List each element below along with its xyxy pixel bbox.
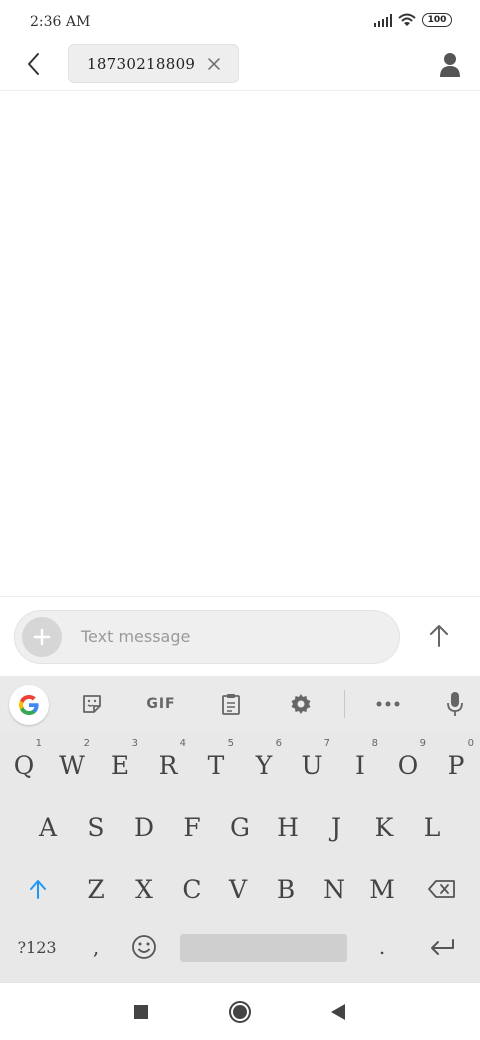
key-label: U [301, 750, 323, 780]
shift-arrow-icon [30, 880, 46, 899]
circle-icon [229, 1001, 251, 1023]
close-icon[interactable] [206, 56, 222, 72]
key-u[interactable]: U7 [288, 734, 336, 796]
recipient-number: 18730218809 [87, 54, 196, 73]
backspace-icon [428, 880, 455, 898]
key-q[interactable]: Q1 [0, 734, 48, 796]
comma-key[interactable]: , [72, 916, 120, 978]
spacebar[interactable] [180, 934, 347, 962]
emoji-key[interactable] [120, 916, 168, 978]
battery-icon: 100 [422, 13, 452, 27]
key-hint: 2 [83, 738, 90, 749]
key-hint: 5 [227, 738, 234, 749]
key-l[interactable]: L [408, 796, 456, 858]
key-c[interactable]: C [168, 858, 216, 920]
clipboard-icon[interactable] [218, 690, 244, 718]
square-icon [134, 1005, 148, 1019]
battery-level: 100 [427, 15, 447, 25]
more-icon[interactable] [374, 690, 402, 718]
key-label: Y [255, 750, 273, 780]
key-g[interactable]: G [216, 796, 264, 858]
key-row-1: Q1 W2 E3 R4 T5 Y6 U7 I8 O9 P0 [0, 734, 480, 796]
shift-key[interactable] [14, 858, 62, 920]
person-icon[interactable] [438, 50, 462, 78]
chevron-left-icon[interactable] [22, 50, 46, 78]
key-d[interactable]: D [120, 796, 168, 858]
key-hint: 0 [467, 738, 474, 749]
key-a[interactable]: A [24, 796, 72, 858]
google-icon[interactable] [9, 685, 49, 725]
key-label: P [447, 750, 465, 780]
key-hint: 9 [419, 738, 426, 749]
key-t[interactable]: T5 [192, 734, 240, 796]
enter-icon [431, 939, 454, 955]
recents-button[interactable] [128, 999, 154, 1025]
key-label: W [59, 750, 85, 780]
toolbar-divider [344, 690, 345, 718]
key-hint: 8 [371, 738, 378, 749]
microphone-icon[interactable] [444, 690, 466, 718]
status-icons: 100 [374, 13, 452, 27]
back-button[interactable] [325, 999, 351, 1025]
key-hint: 3 [131, 738, 138, 749]
signal-icon [374, 13, 392, 27]
emoji-icon [132, 935, 156, 959]
message-placeholder: Text message [81, 627, 191, 646]
period-key[interactable]: . [358, 916, 406, 978]
keyboard: G I F Q 1 W 2 E 3 R 4 T 5 Y 6 U 7 I 8 O 9 … [0, 676, 480, 982]
key-label: R [158, 750, 178, 780]
key-f[interactable]: F [168, 796, 216, 858]
key-j[interactable]: J [312, 796, 360, 858]
key-label: I [355, 750, 365, 780]
key-m[interactable]: M [358, 858, 406, 920]
key-i[interactable]: I8 [336, 734, 384, 796]
wifi-icon [398, 13, 416, 26]
key-r[interactable]: R4 [144, 734, 192, 796]
key-hint: 7 [323, 738, 330, 749]
status-time: 2:36 AM [30, 14, 91, 30]
key-w[interactable]: W2 [48, 734, 96, 796]
key-b[interactable]: B [262, 858, 310, 920]
compose-bar: Text message [0, 596, 480, 676]
home-button[interactable] [227, 999, 253, 1025]
gif-button[interactable]: GIF [142, 690, 180, 718]
backspace-key[interactable] [416, 858, 468, 920]
key-hint: 6 [275, 738, 282, 749]
conversation-header: 18730218809 [0, 44, 480, 91]
triangle-back-icon [331, 1004, 345, 1020]
key-n[interactable]: N [310, 858, 358, 920]
arrow-up-icon[interactable] [424, 621, 454, 651]
key-label: T [207, 750, 225, 780]
key-s[interactable]: S [72, 796, 120, 858]
key-h[interactable]: H [264, 796, 312, 858]
message-field[interactable]: Text message [14, 610, 400, 664]
key-label: Q [13, 750, 35, 780]
key-row-4: ?123 , . [0, 916, 480, 978]
recipient-chip[interactable]: 18730218809 [68, 44, 239, 83]
key-o[interactable]: O9 [384, 734, 432, 796]
plus-icon[interactable] [22, 617, 62, 657]
keyboard-toolbar: GIF [0, 676, 480, 732]
key-label: O [397, 750, 419, 780]
key-hint: 1 [35, 738, 42, 749]
status-bar: 2:36 AM 100 [0, 0, 480, 44]
key-e[interactable]: E3 [96, 734, 144, 796]
enter-key[interactable] [416, 916, 468, 978]
navigation-bar [0, 982, 480, 1040]
key-row-2: A S D F G H J K L [0, 796, 480, 858]
key-k[interactable]: K [360, 796, 408, 858]
key-v[interactable]: V [214, 858, 262, 920]
key-label: E [110, 750, 130, 780]
key-x[interactable]: X [120, 858, 168, 920]
symbols-key[interactable]: ?123 [6, 916, 68, 978]
key-hint: 4 [179, 738, 186, 749]
gear-icon[interactable] [288, 690, 314, 718]
key-p[interactable]: P0 [432, 734, 480, 796]
key-z[interactable]: Z [72, 858, 120, 920]
sticker-icon[interactable] [78, 690, 106, 718]
key-y[interactable]: Y6 [240, 734, 288, 796]
key-row-3: Z X C V B N M [0, 858, 480, 920]
